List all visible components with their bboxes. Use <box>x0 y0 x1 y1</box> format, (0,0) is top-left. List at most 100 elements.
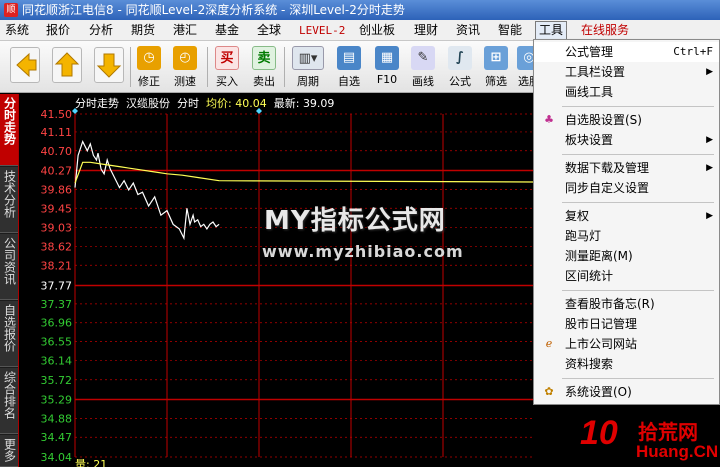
y-tick-label: 40.70 <box>41 145 73 158</box>
menu-item-label: 资料搜索 <box>565 357 614 371</box>
menu-item-rights-adjust[interactable]: 复权 ▶ <box>534 206 719 226</box>
tab-rank-label: 综合排名 <box>2 371 17 419</box>
y-tick-label: 34.04 <box>41 451 73 464</box>
buy-button[interactable]: 买 买入 <box>212 44 242 90</box>
menu-level2[interactable]: LEVEL-2 <box>298 22 346 39</box>
menu-item-label: 跑马灯 <box>565 229 602 243</box>
menu-global[interactable]: 全球 <box>256 22 282 39</box>
volume-label: 量: 21 <box>75 458 108 467</box>
watchlist-label: 自选 <box>338 75 360 88</box>
menu-item-label: 板块设置 <box>565 133 614 147</box>
tab-more[interactable]: 更多 <box>0 435 18 467</box>
window-title: 同花顺浙江电信8 - 同花顺Level-2深度分析系统 - 深圳Level-2分… <box>22 3 405 17</box>
menu-item-range-stats[interactable]: 区间统计 <box>534 266 719 286</box>
y-tick-label: 39.45 <box>41 202 73 215</box>
y-tick-label: 38.21 <box>41 259 73 272</box>
time-share-chart[interactable]: 41.50 41.11 40.70 40.27 39.86 39.45 39.03 38.62… <box>18 94 535 467</box>
tab-time-share[interactable]: 分时走势 <box>0 94 18 166</box>
menu-quote[interactable]: 报价 <box>45 22 71 39</box>
menu-item-label: 同步自定义设置 <box>565 181 650 195</box>
tools-dropdown-menu: 公式管理 Ctrl+F 工具栏设置 ▶ 画线工具 ♣ 自选股设置(S) 板块设置… <box>533 39 720 405</box>
menu-finance[interactable]: 理财 <box>413 22 439 39</box>
menu-gem[interactable]: 创业板 <box>358 22 396 39</box>
menu-item-sync-settings[interactable]: 同步自定义设置 <box>534 178 719 198</box>
chart-canvas: 41.50 41.11 40.70 40.27 39.86 39.45 39.03 38.62… <box>41 108 535 464</box>
self-stock-icon: ♣ <box>544 113 554 126</box>
tab-more-label: 更多 <box>2 438 17 462</box>
clock-icon: ◷ <box>137 46 161 70</box>
menu-item-system-settings[interactable]: ✿ 系统设置(O) <box>534 382 719 402</box>
toolbar-separator <box>130 47 131 87</box>
menu-item-company-website[interactable]: ℯ 上市公司网站 <box>534 334 719 354</box>
menu-item-drawing-tools[interactable]: 画线工具 <box>534 82 719 102</box>
logo-text: 拾荒网 <box>638 420 698 444</box>
menu-futures[interactable]: 期货 <box>130 22 156 39</box>
filter-label: 筛选 <box>485 75 507 88</box>
avg-price-value: 40.04 <box>235 97 267 110</box>
menu-item-sector-settings[interactable]: 板块设置 ▶ <box>534 130 719 150</box>
menu-bar: 系统 报价 分析 期货 港汇 基金 全球 LEVEL-2 创业板 理财 资讯 智… <box>0 20 720 41</box>
stock-name: 汉缆股份 <box>126 97 170 110</box>
sell-label: 卖出 <box>253 75 275 88</box>
tab-company-news[interactable]: 公司资讯 <box>0 234 18 300</box>
tab-technical[interactable]: 技术分析 <box>0 167 18 233</box>
menu-item-diary[interactable]: 股市日记管理 <box>534 314 719 334</box>
tab-rank[interactable]: 综合排名 <box>0 368 18 434</box>
menu-item-formula-management[interactable]: 公式管理 Ctrl+F <box>534 42 719 62</box>
down-button[interactable] <box>94 47 124 83</box>
menu-separator <box>562 290 714 291</box>
tab-watchlist-quote-label: 自选报价 <box>2 304 17 352</box>
sell-button[interactable]: 卖 卖出 <box>249 44 279 90</box>
site-logo: 10 拾荒网 Huang.CN <box>580 412 720 467</box>
menu-item-marquee[interactable]: 跑马灯 <box>534 226 719 246</box>
tab-technical-label: 技术分析 <box>2 170 17 218</box>
up-button[interactable] <box>52 47 82 83</box>
chart-title: 分时走势 <box>75 97 119 110</box>
menu-item-label: 系统设置(O) <box>565 385 632 399</box>
y-tick-label: 36.14 <box>41 354 73 367</box>
tab-time-share-label: 分时走势 <box>2 97 17 145</box>
tab-watchlist-quote[interactable]: 自选报价 <box>0 301 18 367</box>
menu-tools[interactable]: 工具 <box>535 21 568 40</box>
adjust-button[interactable]: ◷ 修正 <box>134 44 164 90</box>
menu-separator <box>562 202 714 203</box>
speed-test-button[interactable]: ◴ 测速 <box>170 44 200 90</box>
menu-item-label: 工具栏设置 <box>565 65 626 79</box>
draw-line-label: 画线 <box>412 75 434 88</box>
f10-icon: ▦ <box>375 46 399 70</box>
watermark-url: www.myzhibiao.com <box>262 242 464 261</box>
f10-button[interactable]: ▦ F10 <box>372 44 402 90</box>
formula-button[interactable]: ∫ 公式 <box>445 44 475 90</box>
website-icon: ℯ <box>545 337 553 350</box>
filter-button[interactable]: ⊞ 筛选 <box>481 44 511 90</box>
menu-smart[interactable]: 智能 <box>497 22 523 39</box>
menu-separator <box>562 378 714 379</box>
draw-line-button[interactable]: ✎ 画线 <box>408 44 438 90</box>
y-tick-label: 39.03 <box>41 222 73 235</box>
y-tick-label: 36.55 <box>41 336 73 349</box>
speed-test-label: 测速 <box>174 75 196 88</box>
toolbar-separator <box>284 47 285 87</box>
menu-item-measure-distance[interactable]: 测量距离(M) <box>534 246 719 266</box>
menu-item-label: 自选股设置(S) <box>565 113 642 127</box>
period-button[interactable]: ▥▾ 周期 <box>290 44 326 90</box>
watchlist-button[interactable]: ▤ 自选 <box>334 44 364 90</box>
left-tab-bar: 分时走势 技术分析 公司资讯 自选报价 综合排名 更多 <box>0 94 18 467</box>
menu-fund[interactable]: 基金 <box>214 22 240 39</box>
back-button[interactable] <box>10 47 40 83</box>
menu-online-service[interactable]: 在线服务 <box>580 22 630 39</box>
menu-system[interactable]: 系统 <box>4 22 30 39</box>
menu-item-data-download[interactable]: 数据下载及管理 ▶ <box>534 158 719 178</box>
menu-item-data-search[interactable]: 资料搜索 <box>534 354 719 374</box>
menu-news[interactable]: 资讯 <box>455 22 481 39</box>
menu-item-label: 测量距离(M) <box>565 249 633 263</box>
menu-item-memo[interactable]: 查看股市备忘(R) <box>534 294 719 314</box>
menu-hk-fx[interactable]: 港汇 <box>172 22 198 39</box>
logo-number: 10 <box>580 414 618 452</box>
menu-item-watchlist-settings[interactable]: ♣ 自选股设置(S) <box>534 110 719 130</box>
menu-item-label: 画线工具 <box>565 85 614 99</box>
menu-analysis[interactable]: 分析 <box>88 22 114 39</box>
logo-url: Huang.CN <box>636 442 719 461</box>
menu-item-label: 上市公司网站 <box>565 337 638 351</box>
menu-item-toolbar-settings[interactable]: 工具栏设置 ▶ <box>534 62 719 82</box>
